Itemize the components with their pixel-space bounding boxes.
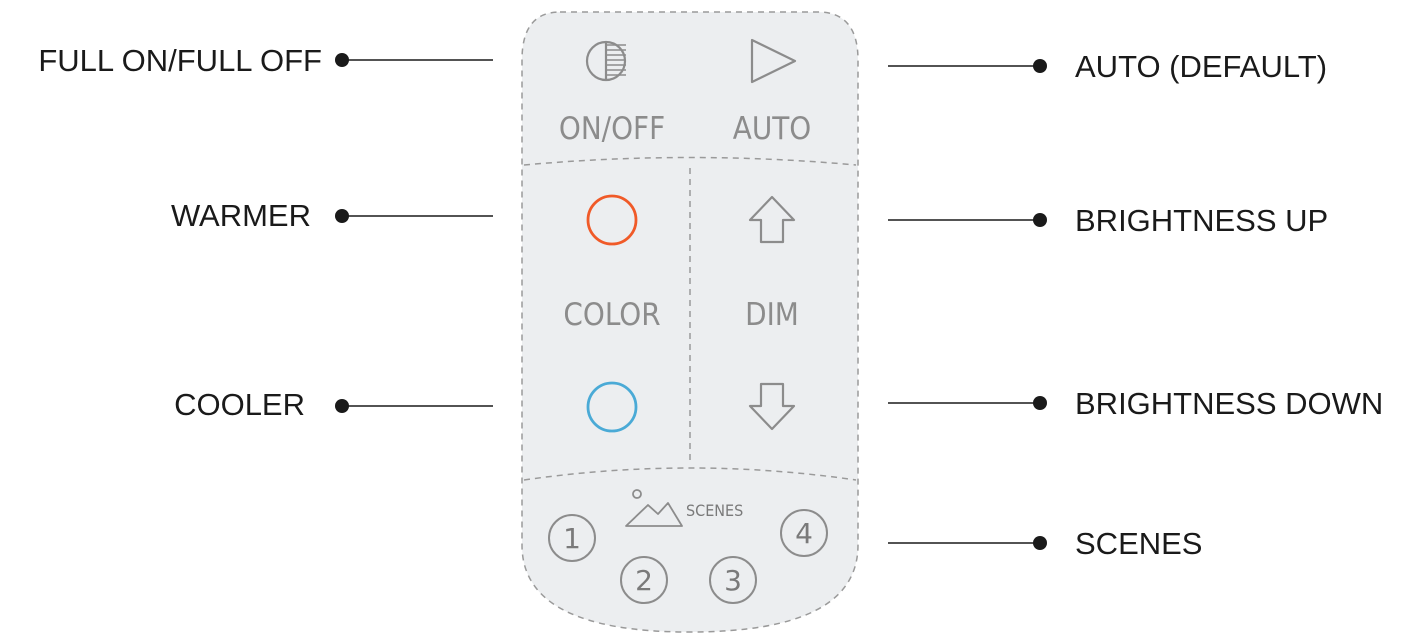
callout-warmer: WARMER [171, 198, 493, 233]
auto-label: AUTO [733, 111, 811, 147]
callout-label-brightness-up: BRIGHTNESS UP [1075, 203, 1328, 238]
callout-label-brightness-down: BRIGHTNESS DOWN [1075, 386, 1383, 421]
callout-auto-default: AUTO (DEFAULT) [888, 49, 1327, 84]
scene-number-2: 2 [635, 564, 653, 597]
scenes-label: SCENES [686, 501, 743, 520]
scene-number-3: 3 [724, 564, 742, 597]
remote-diagram: ON/OFF AUTO COLOR DIM SCENES 1 2 3 4 FUL… [38, 11, 1383, 633]
callout-full-on-off: FULL ON/FULL OFF [38, 43, 493, 78]
callout-label-cooler: COOLER [174, 387, 305, 422]
callout-cooler: COOLER [174, 387, 493, 422]
callout-label-auto-default: AUTO (DEFAULT) [1075, 49, 1327, 84]
scene-number-1: 1 [563, 522, 581, 555]
color-label: COLOR [563, 297, 660, 333]
scene-number-4: 4 [795, 517, 813, 550]
half-filled-circle-icon [585, 40, 627, 82]
callout-scenes: SCENES [888, 526, 1202, 561]
callout-brightness-up: BRIGHTNESS UP [888, 203, 1328, 238]
on-off-label: ON/OFF [559, 111, 665, 147]
callout-label-scenes: SCENES [1075, 526, 1202, 561]
callout-label-full-on-off: FULL ON/FULL OFF [38, 43, 322, 78]
callout-label-warmer: WARMER [171, 198, 311, 233]
dim-label: DIM [745, 297, 799, 333]
callout-brightness-down: BRIGHTNESS DOWN [888, 386, 1383, 421]
